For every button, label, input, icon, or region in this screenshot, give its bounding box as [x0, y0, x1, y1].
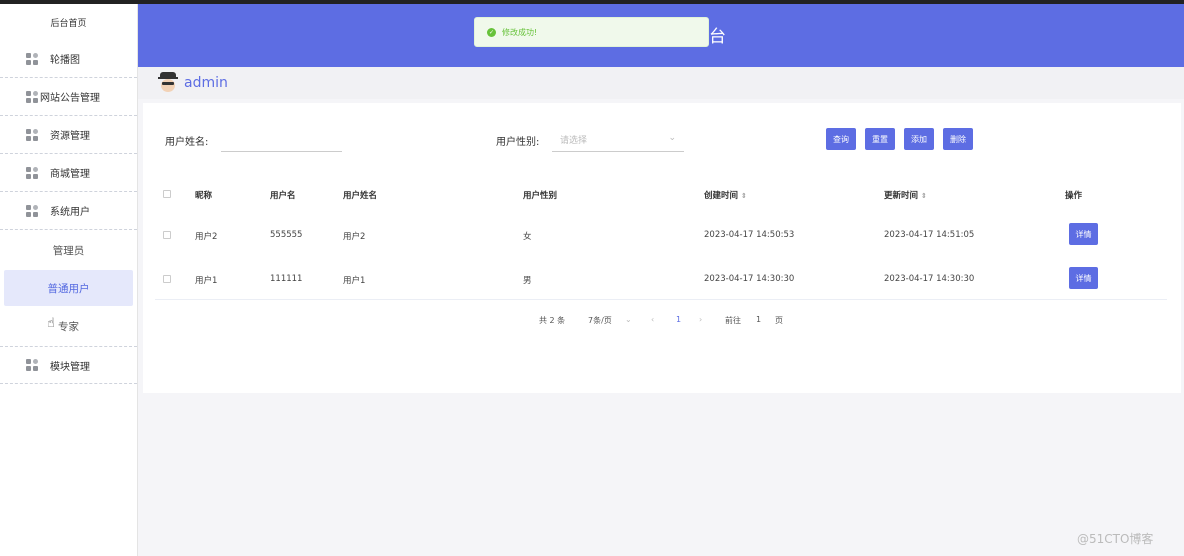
cell-username: 555555	[270, 230, 303, 240]
cell-realname: 用户1	[343, 276, 366, 286]
gender-filter-select[interactable]: 请选择 ⌄	[552, 128, 684, 152]
cell-nickname: 用户2	[195, 232, 218, 242]
sidebar-item-carousel[interactable]: 轮播图	[0, 40, 137, 78]
sidebar-item-shop[interactable]: 商城管理	[0, 154, 137, 192]
column-header-label: 更新时间	[884, 191, 919, 201]
prev-page-icon[interactable]: ‹	[651, 315, 654, 324]
sidebar-item-label: 资源管理	[50, 131, 90, 142]
username[interactable]: admin	[184, 75, 228, 91]
cell-gender: 男	[523, 276, 532, 286]
sidebar-item-label: 系统用户	[50, 207, 90, 218]
column-header-label: 创建时间	[704, 191, 739, 201]
column-header-username: 用户名	[270, 191, 296, 201]
sidebar-item-label: 商城管理	[50, 169, 90, 180]
goto-label: 前往	[725, 316, 741, 325]
hand-cursor-icon: ☝	[47, 316, 55, 331]
next-page-icon[interactable]: ›	[699, 315, 702, 324]
cell-realname: 用户2	[343, 232, 366, 242]
cell-created: 2023-04-17 14:30:30	[704, 274, 795, 284]
sidebar-item-system-users[interactable]: 系统用户	[0, 192, 137, 230]
page-size-select[interactable]: 7条/页	[588, 315, 612, 326]
column-header-created[interactable]: 创建时间 ⇕	[704, 189, 747, 201]
sidebar-item-label: 轮播图	[50, 55, 80, 66]
select-all-checkbox[interactable]	[163, 190, 171, 198]
success-toast: ✓ 修改成功!	[474, 17, 709, 47]
query-button[interactable]: 查询	[826, 128, 856, 150]
row-checkbox[interactable]	[163, 275, 171, 283]
column-header-updated[interactable]: 更新时间 ⇕	[884, 189, 927, 201]
cell-created: 2023-04-17 14:50:53	[704, 230, 795, 240]
cell-gender: 女	[523, 232, 532, 242]
sidebar-item-label: 模块管理	[50, 361, 90, 373]
menu-icon	[26, 52, 38, 65]
cell-nickname: 用户1	[195, 276, 218, 286]
sidebar: 后台首页 轮播图 网站公告管理 资源管理 商城管理 系统用户 管理员 普通用户 …	[0, 4, 138, 556]
cell-updated: 2023-04-17 14:30:30	[884, 274, 975, 284]
name-filter-label: 用户姓名:	[165, 137, 209, 148]
toast-message: 修改成功!	[502, 27, 538, 37]
header-title: 台	[709, 27, 726, 47]
column-header-gender: 用户性别	[523, 191, 558, 201]
menu-icon	[26, 166, 38, 179]
pagination-total: 共 2 条	[539, 316, 566, 325]
page-number[interactable]: 1	[676, 315, 681, 324]
sidebar-item-resources[interactable]: 资源管理	[0, 116, 137, 154]
sidebar-subitem-regular-users[interactable]: 普通用户	[4, 270, 133, 306]
menu-icon	[26, 359, 38, 371]
sidebar-subitem-experts[interactable]: 专家	[4, 308, 133, 344]
sidebar-item-modules[interactable]: 模块管理	[0, 346, 137, 384]
column-header-realname: 用户姓名	[343, 191, 378, 201]
add-button[interactable]: 添加	[904, 128, 934, 150]
row-checkbox[interactable]	[163, 231, 171, 239]
menu-icon	[26, 128, 38, 141]
gender-select-placeholder: 请选择	[560, 136, 588, 146]
cell-username: 111111	[270, 274, 303, 284]
check-circle-icon: ✓	[487, 27, 496, 37]
name-filter-input[interactable]	[221, 130, 342, 152]
menu-icon	[26, 204, 38, 217]
detail-button[interactable]: 详情	[1069, 267, 1098, 289]
sort-icon[interactable]: ⇕	[741, 192, 747, 200]
reset-button[interactable]: 重置	[865, 128, 895, 150]
delete-button[interactable]: 删除	[943, 128, 973, 150]
sidebar-subitem-admins[interactable]: 管理员	[4, 232, 133, 268]
menu-icon	[26, 90, 38, 103]
sidebar-item-announcements[interactable]: 网站公告管理	[0, 78, 137, 116]
detail-button[interactable]: 详情	[1069, 223, 1098, 245]
table-divider	[155, 299, 1167, 300]
cell-updated: 2023-04-17 14:51:05	[884, 230, 975, 240]
chevron-down-icon: ⌄	[668, 133, 676, 143]
gender-filter-label: 用户性别:	[496, 137, 540, 148]
watermark: @51CTO博客	[1077, 532, 1154, 546]
column-header-nickname: 昵称	[195, 191, 213, 201]
content-card: 用户姓名: 用户性别: 请选择 ⌄ 查询 重置 添加 删除 昵称 用户名 用户姓…	[143, 103, 1181, 393]
goto-page-input[interactable]: 1	[756, 315, 761, 324]
user-bar: admin	[138, 67, 1184, 99]
sidebar-home[interactable]: 后台首页	[0, 4, 137, 40]
column-header-action: 操作	[1065, 191, 1083, 201]
sort-icon[interactable]: ⇕	[921, 192, 927, 200]
avatar[interactable]	[158, 72, 178, 94]
sidebar-item-label: 网站公告管理	[40, 93, 100, 104]
page-unit-label: 页	[775, 316, 783, 325]
chevron-down-icon[interactable]: ⌄	[625, 315, 632, 324]
